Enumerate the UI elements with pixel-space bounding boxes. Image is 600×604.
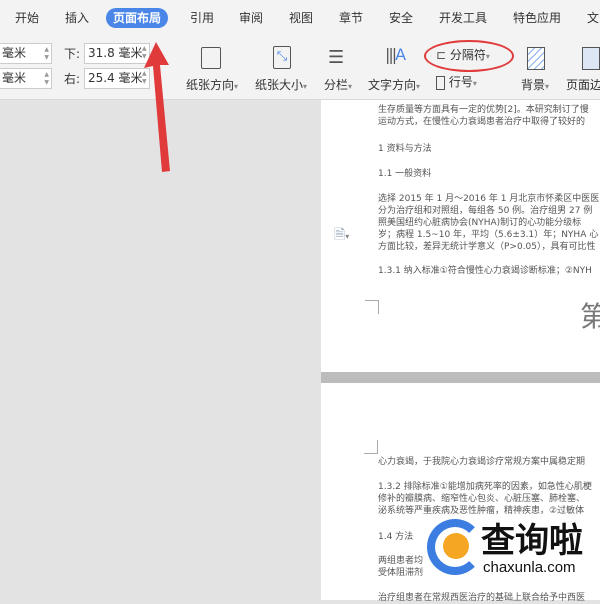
paragraph-menu-icon[interactable]: 🗎▾ xyxy=(334,224,349,248)
menu-tabs: 开始 插入 页面布局 引用 审阅 视图 章节 安全 开发工具 特色应用 文 xyxy=(0,0,600,35)
page-border-button[interactable]: 页面边 xyxy=(566,76,600,93)
paper-size-button[interactable]: 纸张大小▾ xyxy=(255,76,307,93)
tab-view[interactable]: 视图 xyxy=(282,8,320,28)
background-button[interactable]: 背景▾ xyxy=(521,76,549,93)
tab-page-layout[interactable]: 页面布局 xyxy=(106,8,169,28)
right-label: 右: xyxy=(64,72,81,86)
spinner[interactable]: ▲ ▼ xyxy=(44,46,49,62)
heading: 1.1 一般资料 xyxy=(378,169,432,179)
tab-more[interactable]: 文 xyxy=(580,8,600,28)
tab-developer[interactable]: 开发工具 xyxy=(432,8,494,28)
tab-review[interactable]: 审阅 xyxy=(232,8,270,28)
columns-icon: ☰ xyxy=(328,47,345,68)
bottom-label: 下: xyxy=(64,47,81,61)
paragraph: 生存质量等方面具有一定的优势[2]。本研究制订了慢 运动方式，在慢性心力衰竭患者治… xyxy=(378,105,589,127)
heading: 1 资料与方法 xyxy=(378,144,432,154)
text-direction-icon: |||A xyxy=(385,45,406,64)
tab-references[interactable]: 引用 xyxy=(183,8,221,28)
watermark-url: chaxunla.com xyxy=(483,559,576,576)
paragraph: 选择 2015 年 1 月～2016 年 1 月北京市怀柔区中医医 分为治疗组和对… xyxy=(378,194,600,252)
margin-corner xyxy=(365,300,379,314)
paragraph: 1.3.2 排除标准①能增加病死率的因素，如急性心肌梗 修补的瓣膜病、缩窄性心包炎… xyxy=(378,482,592,516)
tab-security[interactable]: 安全 xyxy=(382,8,420,28)
line-numbers-icon xyxy=(436,75,445,90)
ribbon: 毫米 ▲ ▼ 毫米 ▲ ▼ 下: 31.8 毫米 右: 25.4 毫米 ▲ ▼ ▲ ▼ 纸张… xyxy=(0,35,600,100)
orientation-icon xyxy=(201,47,221,69)
orientation-button[interactable]: 纸张方向▾ xyxy=(186,76,238,93)
margin-left-field[interactable]: 毫米 ▲ ▼ xyxy=(0,68,52,89)
page-border-icon xyxy=(582,47,600,70)
watermark-text: 查询啦 xyxy=(481,521,583,561)
paper-size-icon: ⤡ xyxy=(273,46,291,69)
paragraph: 两组患者均 受体阻滞剂 xyxy=(378,556,424,578)
columns-button[interactable]: 分栏▾ xyxy=(324,76,352,93)
value: 31.8 毫米 xyxy=(88,46,143,60)
page-gap xyxy=(321,372,600,383)
tab-insert[interactable]: 插入 xyxy=(58,8,96,28)
watermark-logo: 查询啦 chaxunla.com xyxy=(425,515,600,585)
tab-special[interactable]: 特色应用 xyxy=(506,8,568,28)
paragraph: 1.3.1 纳入标准①符合慢性心力衰竭诊断标准；②NYH xyxy=(378,266,592,276)
tab-section[interactable]: 章节 xyxy=(332,8,370,28)
paragraph: 心力衰竭，于我院心力衰竭诊疗常规方案中属稳定期 xyxy=(378,457,586,467)
paragraph: 治疗组患者在常规西医治疗的基础上联合给予中西医 xyxy=(378,593,586,603)
tab-start[interactable]: 开始 xyxy=(8,8,46,28)
logo-magnifier-icon xyxy=(443,533,469,559)
margin-corner xyxy=(364,440,378,454)
background-icon xyxy=(527,47,545,70)
highlight-circle xyxy=(424,40,514,72)
unit: 毫米 xyxy=(2,46,27,60)
red-arrow-annotation xyxy=(144,42,170,172)
value: 25.4 毫米 xyxy=(88,71,143,85)
line-numbers-button[interactable]: 行号▾ xyxy=(436,73,477,90)
unit: 毫米 xyxy=(2,71,27,85)
margin-top-field[interactable]: 毫米 ▲ ▼ xyxy=(0,43,52,64)
text-direction-button[interactable]: 文字方向▾ xyxy=(368,76,420,93)
footer-text: 第 xyxy=(580,300,600,333)
heading: 1.4 方法 xyxy=(378,532,414,542)
spinner[interactable]: ▲ ▼ xyxy=(44,71,49,87)
